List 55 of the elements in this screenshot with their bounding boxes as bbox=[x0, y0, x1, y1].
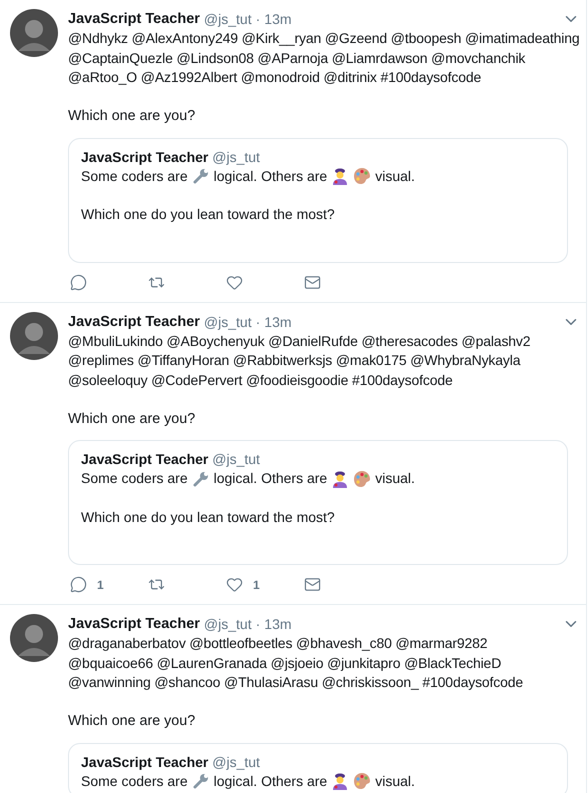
quoted-tweet-card[interactable]: JavaScript Teacher @js_tut Some coders are logical. Others are visual. Which one do you lean toward the most? bbox=[68, 440, 568, 565]
author-name[interactable]: JavaScript Teacher bbox=[68, 616, 200, 632]
reply-icon[interactable] bbox=[70, 274, 87, 290]
reply-icon[interactable] bbox=[70, 576, 87, 593]
dot-separator: · bbox=[256, 314, 260, 330]
action-count: 1 bbox=[253, 578, 260, 592]
quoted-author-name: JavaScript Teacher @js_tut bbox=[81, 148, 260, 164]
tweet-question: Which one are you? bbox=[68, 410, 196, 428]
author-handle[interactable]: @js_tut bbox=[204, 314, 252, 330]
palette-icon bbox=[353, 167, 372, 185]
quoted-text: visual. bbox=[375, 469, 415, 488]
heart-icon[interactable] bbox=[226, 576, 243, 593]
author-handle[interactable]: @js_tut bbox=[204, 11, 252, 27]
quoted-text: logical. Others are bbox=[214, 772, 328, 790]
avatar[interactable] bbox=[10, 312, 58, 360]
quoted-author-name: JavaScript Teacher @js_tut bbox=[81, 451, 260, 467]
quoted-text: visual. bbox=[375, 166, 415, 186]
quoted-question: Which one do you lean toward the most? bbox=[81, 508, 336, 527]
wrench-icon bbox=[192, 772, 210, 790]
artist-icon bbox=[331, 167, 350, 185]
tweet-question: Which one are you? bbox=[68, 712, 196, 731]
palette-icon bbox=[353, 772, 372, 790]
quoted-text: Some coders are bbox=[81, 469, 188, 488]
heart-icon[interactable] bbox=[226, 274, 243, 290]
dot-separator: · bbox=[256, 11, 260, 27]
quoted-text: logical. Others are bbox=[214, 469, 328, 488]
envelope-icon[interactable] bbox=[304, 576, 321, 593]
author-handle[interactable]: @js_tut bbox=[204, 616, 252, 632]
action-count: 1 bbox=[97, 578, 104, 592]
quoted-text: Some coders are bbox=[81, 772, 188, 790]
quoted-tweet-card[interactable]: JavaScript Teacher @js_tut Some coders are logical. Others are visual. bbox=[68, 742, 568, 793]
timestamp[interactable]: 13m bbox=[264, 11, 292, 27]
tweet-question: Which one are you? bbox=[68, 107, 196, 126]
avatar[interactable] bbox=[10, 9, 58, 57]
quoted-author-name: JavaScript Teacher @js_tut bbox=[81, 754, 260, 770]
palette-icon bbox=[353, 470, 372, 488]
mentions-text: @draganaberbatov @bottleofbeetles @bhavesh_c80 @marmar9282 @bquaicoe66 @LaurenGranada @jsjoeio @junkitapro @BlackTechieD @vanwinning @shancoo @ThulasiArasu @chriskissoon_ #100daysofcode bbox=[68, 634, 524, 692]
quoted-question: Which one do you lean toward the most? bbox=[81, 205, 336, 224]
artist-icon bbox=[331, 470, 350, 488]
timestamp[interactable]: 13m bbox=[264, 616, 292, 632]
timestamp[interactable]: 13m bbox=[264, 314, 292, 330]
wrench-icon bbox=[192, 167, 210, 185]
quoted-text: logical. Others are bbox=[214, 166, 328, 186]
author-name[interactable]: JavaScript Teacher bbox=[68, 11, 200, 27]
dot-separator: · bbox=[256, 616, 260, 632]
avatar[interactable] bbox=[10, 614, 58, 662]
quoted-text: visual. bbox=[375, 772, 415, 790]
mentions-text: @Ndhykz @AlexAntony249 @Kirk__ryan @Gzeend @tboopesh @imatimadeathing @CaptainQuezle @Lindson08 @AParnoja @Liamrdawson @movchanchik @aRtoo_O @Az1992Albert @monodroid @ditrinix #100daysofcode bbox=[68, 29, 580, 87]
envelope-icon[interactable] bbox=[304, 274, 321, 290]
wrench-icon bbox=[192, 470, 210, 488]
artist-icon bbox=[331, 772, 350, 790]
quoted-tweet-card[interactable]: JavaScript Teacher @js_tut Some coders are logical. Others are visual. Which one do you lean toward the most? bbox=[68, 138, 568, 262]
quoted-text: Some coders are bbox=[81, 166, 188, 186]
mentions-text: @MbuliLukindo @ABoychenyuk @DanielRufde @theresacodes @palashv2 @replimes @TiffanyHoran @Rabbitwerksjs @mak0175 @WhybraNykayla @soleeloquy @CodePervert @foodieisgoodie #100daysofcode bbox=[68, 332, 532, 390]
author-name[interactable]: JavaScript Teacher bbox=[68, 314, 200, 330]
